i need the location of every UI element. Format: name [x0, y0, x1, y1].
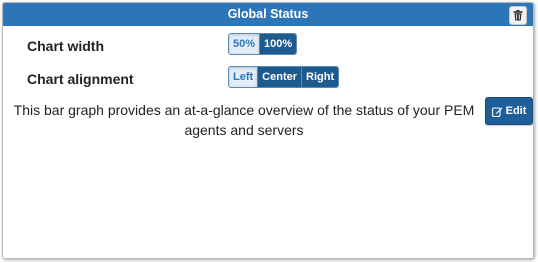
edit-button-label: Edit [505, 105, 527, 117]
chart-width-toggle: 50% 100% [228, 33, 298, 55]
edit-icon [491, 106, 503, 117]
panel-description: This bar graph provides an at-a-glance o… [13, 102, 475, 138]
chart-alignment-option-right[interactable]: Right [301, 67, 339, 87]
chart-width-label: Chart width [27, 38, 104, 54]
panel-header: Global Status [3, 3, 533, 26]
dashboard-panel: Global Status Chart width 50% 100% Chart… [2, 2, 534, 259]
trash-icon [513, 10, 523, 21]
chart-alignment-option-left[interactable]: Left [229, 67, 258, 87]
edit-button[interactable]: Edit [485, 97, 533, 125]
chart-alignment-toggle: Left Center Right [228, 66, 340, 88]
delete-button[interactable] [509, 6, 527, 25]
chart-alignment-option-center[interactable]: Center [257, 67, 302, 87]
chart-width-option-100[interactable]: 100% [259, 34, 297, 54]
chart-alignment-label: Chart alignment [27, 71, 134, 87]
panel-title: Global Status [227, 7, 309, 21]
chart-width-option-50[interactable]: 50% [229, 34, 260, 54]
